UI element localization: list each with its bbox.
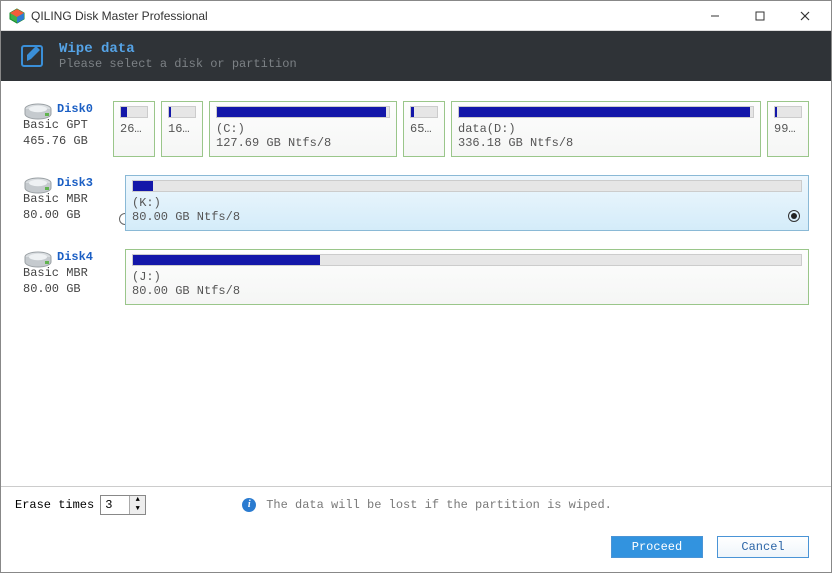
partition-size: 16... xyxy=(168,122,196,136)
cancel-button[interactable]: Cancel xyxy=(717,536,809,558)
disk-size: 465.76 GB xyxy=(23,133,107,149)
wipe-icon xyxy=(19,43,45,69)
erase-times-spinner[interactable]: ▲ ▼ xyxy=(100,495,146,515)
info-icon: i xyxy=(242,498,256,512)
partition[interactable]: (K:)80.00 GB Ntfs/8 xyxy=(125,175,809,231)
partition-group: 26... 16... (C:)127.69 GB Ntfs/8 65... data(… xyxy=(113,101,809,157)
disk-info[interactable]: Disk3Basic MBR80.00 GB xyxy=(23,175,119,231)
erase-times-label: Erase times xyxy=(15,498,94,512)
usage-bar xyxy=(216,106,390,118)
partition-size: 127.69 GB Ntfs/8 xyxy=(216,136,390,150)
usage-bar xyxy=(168,106,196,118)
partition-label: (J:) xyxy=(132,270,802,284)
disk-name: Disk3 xyxy=(57,175,119,191)
window-title: QILING Disk Master Professional xyxy=(31,9,692,23)
disk-row: Disk4Basic MBR80.00 GB(J:)80.00 GB Ntfs/… xyxy=(23,249,809,305)
partition[interactable]: data(D:)336.18 GB Ntfs/8 xyxy=(451,101,761,157)
partition[interactable]: 16... xyxy=(161,101,203,157)
partition-group: (K:)80.00 GB Ntfs/8 xyxy=(125,175,809,231)
hdd-icon xyxy=(23,251,53,274)
minimize-button[interactable] xyxy=(692,2,737,30)
disk-name: Disk4 xyxy=(57,249,119,265)
hdd-icon xyxy=(23,103,53,126)
page-header: Wipe data Please select a disk or partit… xyxy=(1,31,831,81)
usage-bar xyxy=(120,106,148,118)
partition-size: 80.00 GB Ntfs/8 xyxy=(132,210,802,224)
partition-size: 65... xyxy=(410,122,438,136)
disk-size: 80.00 GB xyxy=(23,207,119,223)
spinner-up-button[interactable]: ▲ xyxy=(130,496,145,505)
page-title: Wipe data xyxy=(59,41,297,57)
proceed-button[interactable]: Proceed xyxy=(611,536,703,558)
usage-bar xyxy=(458,106,754,118)
partition[interactable]: 99... xyxy=(767,101,809,157)
partition-size: 99... xyxy=(774,122,802,136)
disk-row: Disk0Basic GPT465.76 GB 26... 16... (C:)127… xyxy=(23,101,809,157)
maximize-button[interactable] xyxy=(737,2,782,30)
usage-bar xyxy=(132,180,802,192)
selected-radio-icon xyxy=(788,210,800,222)
partition-label: (K:) xyxy=(132,196,802,210)
disk-size: 80.00 GB xyxy=(23,281,119,297)
info-text: The data will be lost if the partition i… xyxy=(266,498,612,512)
usage-bar xyxy=(132,254,802,266)
partition-size: 26... xyxy=(120,122,148,136)
partition-label: data(D:) xyxy=(458,122,754,136)
options-bar: Erase times ▲ ▼ i The data will be lost … xyxy=(1,486,831,522)
close-button[interactable] xyxy=(782,2,827,30)
spinner-down-button[interactable]: ▼ xyxy=(130,505,145,514)
partition-size: 336.18 GB Ntfs/8 xyxy=(458,136,754,150)
partition[interactable]: 65... xyxy=(403,101,445,157)
usage-bar xyxy=(410,106,438,118)
partition-label: (C:) xyxy=(216,122,390,136)
partition[interactable]: (J:)80.00 GB Ntfs/8 xyxy=(125,249,809,305)
page-subtitle: Please select a disk or partition xyxy=(59,57,297,71)
partition[interactable]: (C:)127.69 GB Ntfs/8 xyxy=(209,101,397,157)
disk-list: Disk0Basic GPT465.76 GB 26... 16... (C:)127… xyxy=(1,81,831,305)
disk-info[interactable]: Disk0Basic GPT465.76 GB xyxy=(23,101,107,157)
partition-size: 80.00 GB Ntfs/8 xyxy=(132,284,802,298)
disk-row: Disk3Basic MBR80.00 GB(K:)80.00 GB Ntfs/… xyxy=(23,175,809,231)
action-bar: Proceed Cancel xyxy=(1,522,831,572)
hdd-icon xyxy=(23,177,53,200)
app-logo-icon xyxy=(9,8,25,24)
title-bar: QILING Disk Master Professional xyxy=(1,1,831,31)
usage-bar xyxy=(774,106,802,118)
disk-name: Disk0 xyxy=(57,101,107,117)
partition[interactable]: 26... xyxy=(113,101,155,157)
partition-group: (J:)80.00 GB Ntfs/8 xyxy=(125,249,809,305)
erase-times-input[interactable] xyxy=(101,496,129,514)
disk-info[interactable]: Disk4Basic MBR80.00 GB xyxy=(23,249,119,305)
